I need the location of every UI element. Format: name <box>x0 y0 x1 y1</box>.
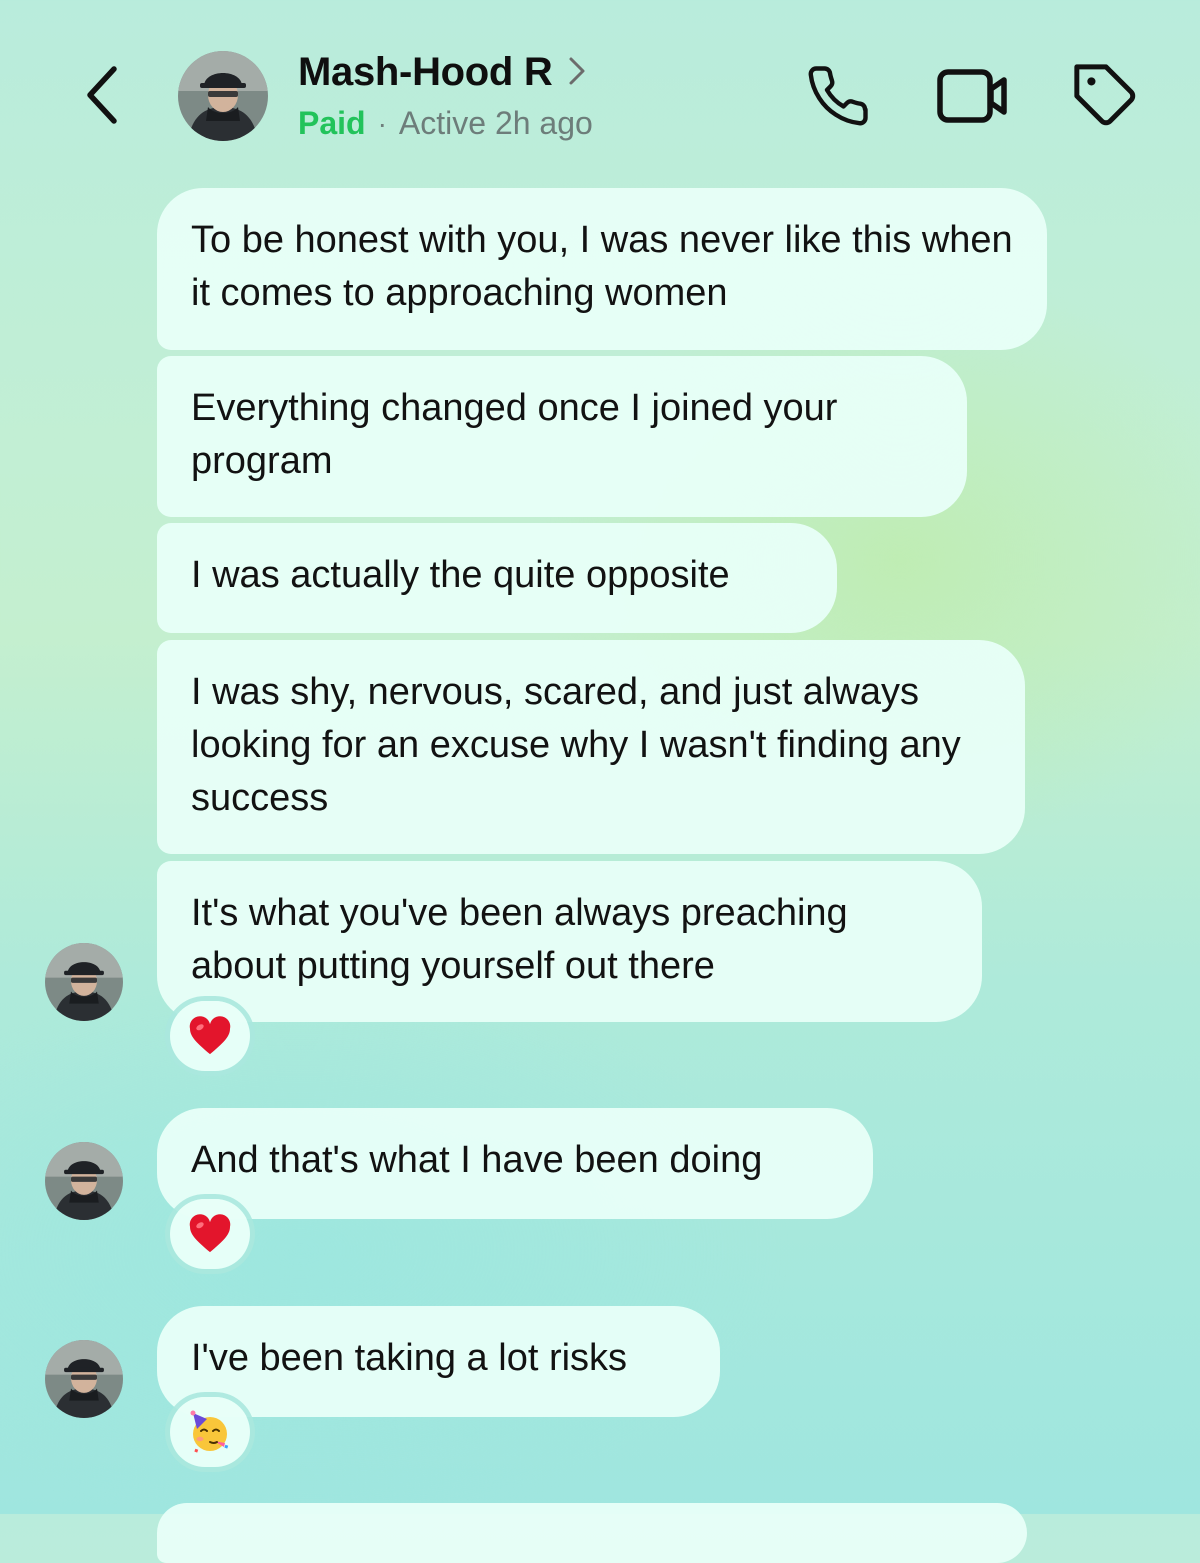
message-text: To be honest with you, I was never like … <box>191 219 1013 314</box>
reaction-heart[interactable] <box>170 1001 250 1071</box>
message-text: I've been taking a lot risks <box>191 1337 628 1379</box>
tag-button[interactable] <box>1068 58 1144 134</box>
chat-header: Mash-Hood R Paid · Active 2h ago <box>0 0 1200 175</box>
avatar[interactable] <box>45 1142 123 1220</box>
reaction-partying-face[interactable] <box>170 1397 250 1467</box>
reaction-heart[interactable] <box>170 1199 250 1269</box>
message-bubble-partial[interactable] <box>157 1503 1027 1563</box>
paid-badge: Paid <box>298 105 366 141</box>
message-bubble[interactable]: I've been taking a lot risks <box>157 1306 720 1417</box>
voice-call-button[interactable] <box>800 58 876 134</box>
tag-icon <box>1074 64 1136 126</box>
heart-icon <box>189 1214 231 1253</box>
contact-status: Paid · Active 2h ago <box>298 105 593 142</box>
contact-name-link[interactable]: Mash-Hood R <box>298 50 586 95</box>
video-camera-icon <box>937 69 1007 123</box>
video-call-button[interactable] <box>935 58 1011 134</box>
message-text: It's what you've been always preaching a… <box>191 892 848 987</box>
status-separator: · <box>377 107 387 139</box>
message-text: Everything changed once I joined your pr… <box>191 387 838 482</box>
message-text: And that's what I have been doing <box>191 1139 763 1181</box>
avatar[interactable] <box>178 51 268 141</box>
message-text: I was actually the quite opposite <box>191 554 730 596</box>
message-bubble[interactable]: I was actually the quite opposite <box>157 523 837 633</box>
partying-face-icon <box>190 1410 229 1453</box>
avatar[interactable] <box>45 943 123 1021</box>
avatar[interactable] <box>45 1340 123 1418</box>
back-button[interactable] <box>72 58 132 132</box>
message-bubble[interactable]: And that's what I have been doing <box>157 1108 873 1219</box>
heart-icon <box>189 1016 231 1055</box>
message-text: I was shy, nervous, scared, and just alw… <box>191 671 961 819</box>
active-status: Active 2h ago <box>398 105 593 141</box>
chevron-right-icon <box>569 57 585 84</box>
message-bubble[interactable]: Everything changed once I joined your pr… <box>157 356 967 517</box>
message-bubble[interactable]: I was shy, nervous, scared, and just alw… <box>157 640 1025 854</box>
phone-icon <box>808 66 868 126</box>
chevron-left-icon <box>87 66 117 124</box>
message-bubble[interactable]: To be honest with you, I was never like … <box>157 188 1047 350</box>
message-bubble[interactable]: It's what you've been always preaching a… <box>157 861 982 1022</box>
contact-name: Mash-Hood R <box>298 50 553 94</box>
